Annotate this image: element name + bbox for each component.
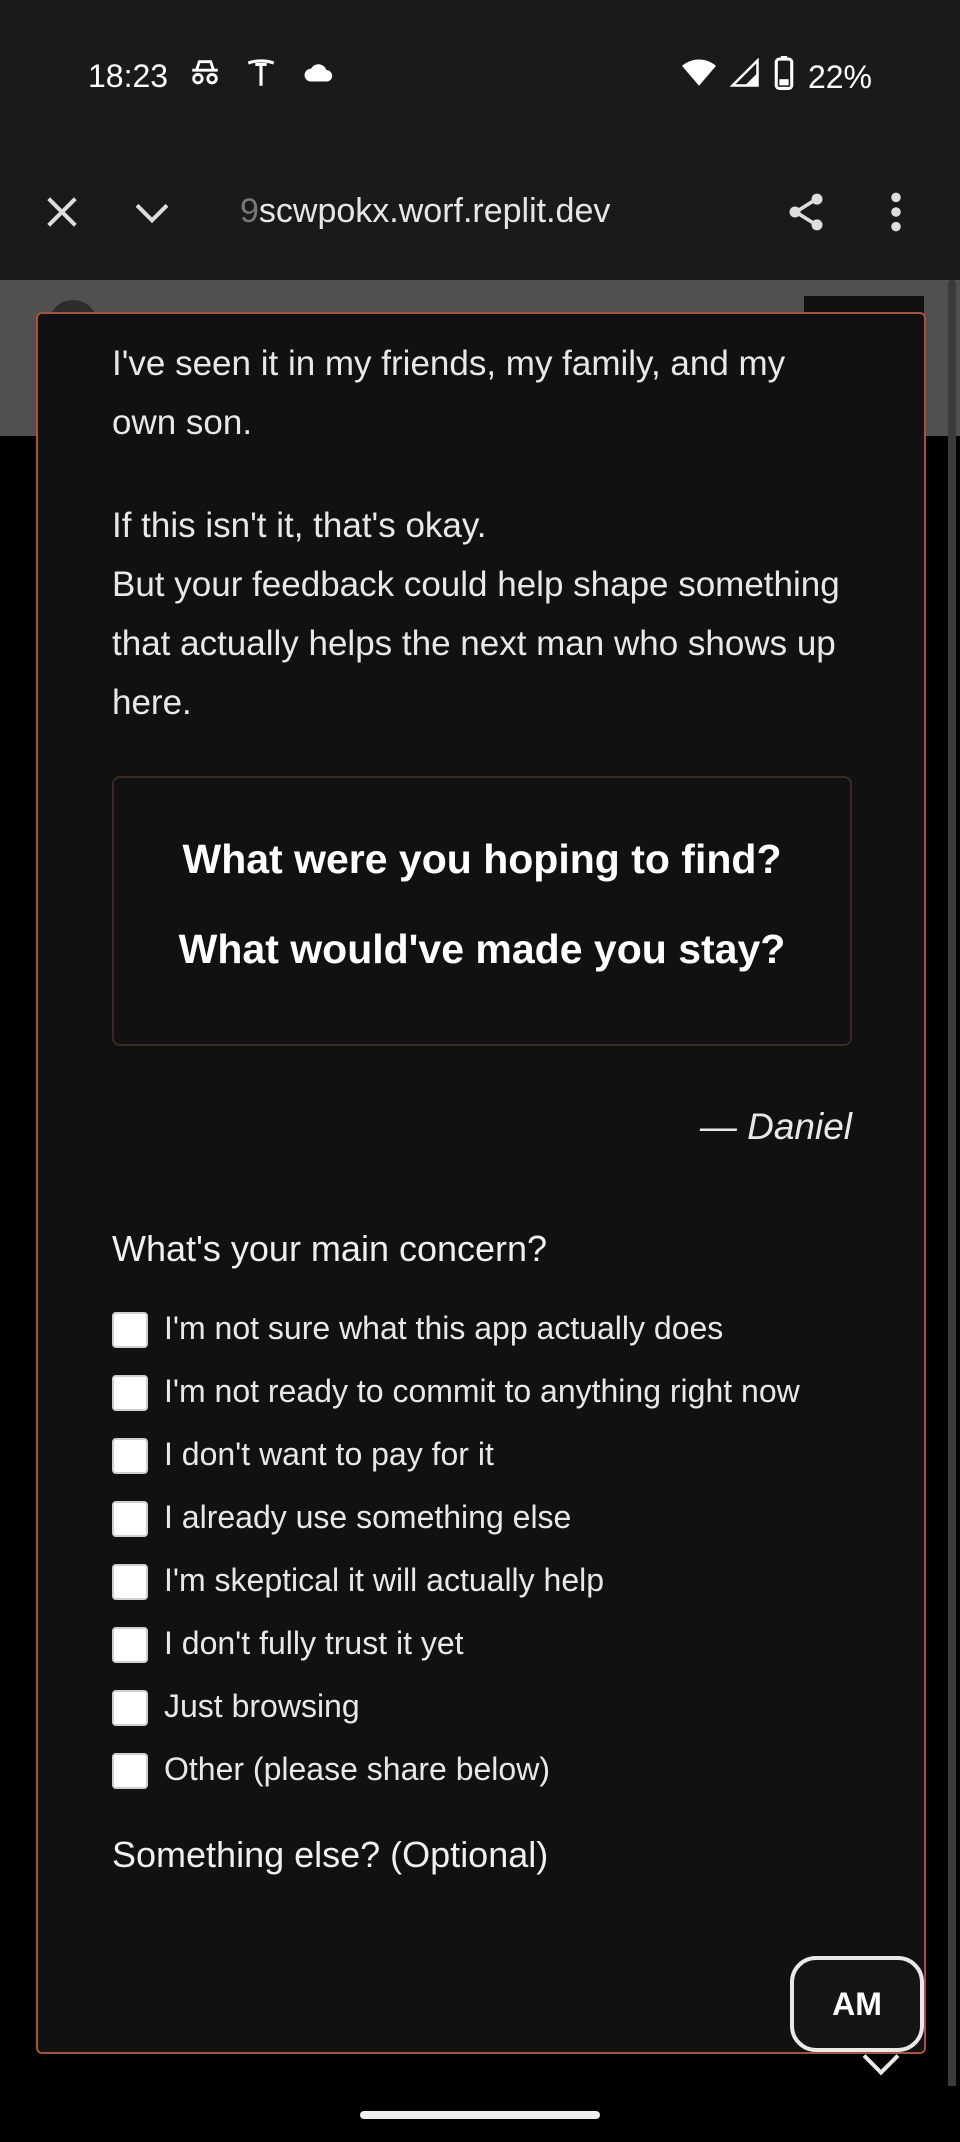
option-label: I'm skeptical it will actually help — [164, 1562, 605, 1598]
intro-paragraph: I've seen it in my friends, my family, a… — [112, 344, 786, 442]
question-stay: What would've made you stay? — [178, 926, 786, 972]
concern-option[interactable]: I'm skeptical it will actually help — [112, 1558, 852, 1603]
status-left-icons — [188, 56, 336, 98]
concern-option[interactable]: Just browsing — [112, 1684, 852, 1729]
scrollbar[interactable] — [948, 280, 956, 2090]
checkbox[interactable] — [112, 1438, 148, 1474]
battery-percent: 22% — [807, 58, 872, 95]
option-label: I'm not sure what this app actually does — [164, 1310, 724, 1346]
checkbox[interactable] — [112, 1501, 148, 1537]
feedback-line-1: If this isn't it, that's okay. — [112, 506, 487, 545]
option-label: I don't want to pay for it — [164, 1436, 494, 1472]
checkbox[interactable] — [112, 1753, 148, 1789]
questions-box: What were you hoping to find? What would… — [112, 776, 852, 1046]
concern-option[interactable]: I don't want to pay for it — [112, 1432, 852, 1477]
checkbox[interactable] — [112, 1627, 148, 1663]
home-indicator[interactable] — [360, 2111, 600, 2119]
cloud-icon — [300, 56, 336, 98]
status-bar: 18:23 22% — [0, 0, 960, 150]
question-hoping: What were you hoping to find? — [182, 836, 782, 882]
concern-option[interactable]: I don't fully trust it yet — [112, 1621, 852, 1666]
feedback-modal: I've seen it in my friends, my family, a… — [36, 312, 926, 2054]
concern-option[interactable]: I already use something else — [112, 1495, 852, 1540]
signal-icon — [729, 57, 760, 96]
chevron-down-icon[interactable] — [120, 180, 184, 244]
concern-option[interactable]: I'm not ready to commit to anything righ… — [112, 1369, 852, 1414]
checkbox[interactable] — [112, 1690, 148, 1726]
browser-toolbar: 9scwpokx.worf.replit.dev — [0, 150, 960, 280]
tesla-icon — [244, 56, 278, 98]
concern-title: What's your main concern? — [112, 1228, 548, 1269]
battery-icon — [774, 56, 794, 98]
signature: — Daniel — [699, 1106, 852, 1147]
option-label: I already use something else — [164, 1499, 572, 1535]
option-label: I don't fully trust it yet — [164, 1625, 464, 1661]
more-options-icon[interactable] — [864, 180, 928, 244]
feedback-paragraph: If this isn't it, that's okay. But your … — [112, 496, 852, 732]
concern-option[interactable]: I'm not sure what this app actually does — [112, 1306, 852, 1351]
checkbox[interactable] — [112, 1312, 148, 1348]
url-bar[interactable]: 9scwpokx.worf.replit.dev — [240, 192, 610, 231]
share-icon[interactable] — [774, 180, 838, 244]
modal-content: I've seen it in my friends, my family, a… — [112, 334, 852, 1876]
option-label: Just browsing — [164, 1688, 360, 1724]
url-text: scwpokx.worf.replit.dev — [258, 192, 611, 230]
option-label: Other (please share below) — [164, 1751, 550, 1787]
option-label: I'm not ready to commit to anything righ… — [164, 1373, 800, 1409]
feedback-line-2: But your feedback could help shape somet… — [112, 565, 840, 722]
status-time: 18:23 — [88, 58, 169, 94]
incognito-icon — [188, 56, 222, 98]
am-chat-badge[interactable]: AM — [790, 1956, 924, 2052]
checkbox[interactable] — [112, 1375, 148, 1411]
status-right: 22% — [681, 56, 872, 98]
wifi-icon — [681, 58, 716, 96]
close-icon[interactable] — [30, 180, 94, 244]
url-prefix: 9 — [240, 192, 259, 230]
concern-option[interactable]: Other (please share below) — [112, 1747, 852, 1792]
optional-title: Something else? (Optional) — [112, 1834, 549, 1875]
checkbox[interactable] — [112, 1564, 148, 1600]
